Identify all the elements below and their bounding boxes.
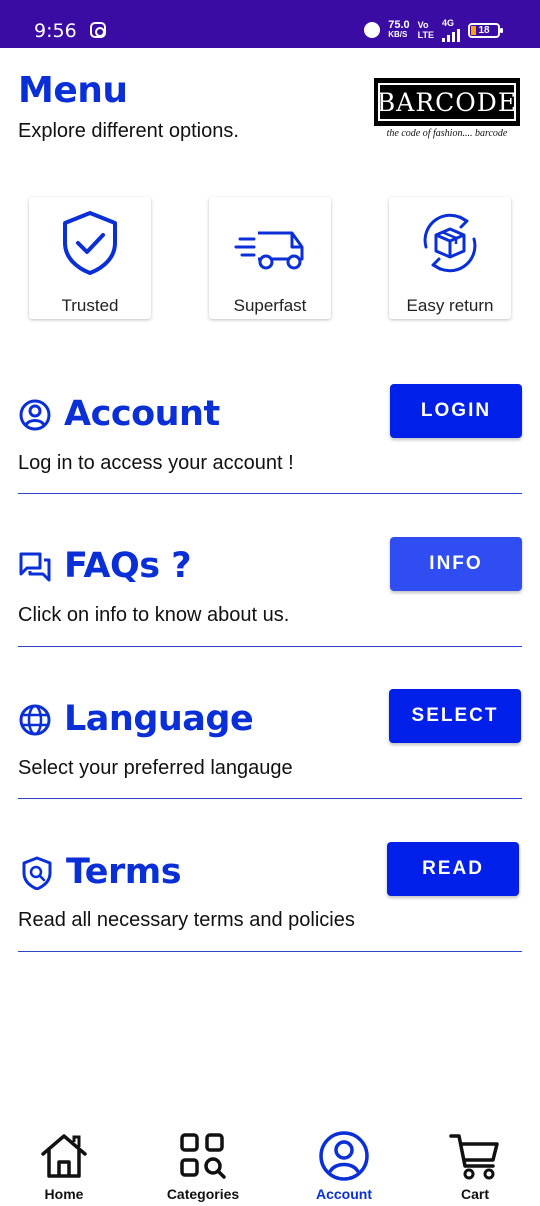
- section-desc-account: Log in to access your account !: [18, 452, 294, 474]
- divider: [18, 646, 522, 647]
- feature-label: Easy return: [406, 296, 494, 315]
- logo-text: BARCODE: [377, 83, 516, 121]
- fast-delivery-truck-icon: [234, 231, 304, 270]
- nav-label: Home: [44, 1186, 84, 1202]
- nav-label: Cart: [460, 1186, 489, 1202]
- network-speed-value: 75.0: [388, 19, 410, 31]
- chat-bubbles-icon: [19, 552, 51, 582]
- section-title-account: Account: [64, 394, 220, 434]
- section-title-terms: Terms: [66, 852, 182, 892]
- section-desc-terms: Read all necessary terms and policies: [18, 909, 355, 931]
- shield-check-icon: [63, 211, 117, 275]
- account-circle-icon: [19, 399, 51, 431]
- logo-tagline: the code of fashion.... barcode: [386, 128, 508, 139]
- feature-card-superfast: Superfast: [209, 197, 331, 319]
- nav-item-categories[interactable]: Categories: [143, 1130, 263, 1202]
- nav-item-account[interactable]: Account: [284, 1130, 404, 1202]
- brand-logo: BARCODE the code of fashion.... barcode: [374, 78, 520, 139]
- network-type: 4G: [442, 18, 460, 42]
- shield-search-icon: [22, 856, 52, 890]
- network-speed-unit: KB/S: [388, 30, 408, 39]
- nav-label: Account: [316, 1186, 372, 1202]
- select-button[interactable]: SELECT: [389, 689, 521, 743]
- status-bar: 9:56 75.0 KB/S Vo LTE 4G 18: [0, 0, 540, 48]
- logo-box: BARCODE: [374, 78, 520, 126]
- volte-bottom: LTE: [417, 30, 434, 40]
- divider: [18, 493, 522, 494]
- read-button[interactable]: READ: [387, 842, 519, 896]
- volte-top: Vo: [417, 20, 429, 30]
- battery-icon: 18: [468, 22, 503, 38]
- categories-grid-icon: [180, 1133, 226, 1179]
- section-desc-faqs: Click on info to know about us.: [18, 604, 290, 626]
- bottom-nav: Home Categories Account Cart: [0, 1120, 540, 1206]
- battery-level: 18: [478, 24, 490, 36]
- section-title-faqs: FAQs ?: [64, 546, 192, 586]
- instagram-icon: [90, 22, 106, 38]
- page-subtitle: Explore different options.: [18, 120, 239, 142]
- return-box-icon: [423, 213, 477, 273]
- status-time: 9:56: [34, 20, 77, 42]
- divider: [18, 798, 522, 799]
- account-icon: [319, 1131, 369, 1181]
- feature-card-trusted: Trusted: [29, 197, 151, 319]
- login-button[interactable]: LOGIN: [390, 384, 522, 438]
- nav-label: Categories: [166, 1186, 240, 1202]
- divider: [18, 951, 522, 952]
- home-icon: [41, 1134, 87, 1178]
- status-indicators: 75.0 KB/S Vo LTE 4G 18: [364, 18, 503, 42]
- signal-icon: [442, 28, 460, 42]
- nav-item-home[interactable]: Home: [4, 1130, 124, 1202]
- feature-card-easy-return: Easy return: [389, 197, 511, 319]
- section-desc-language: Select your preferred langauge: [18, 757, 293, 779]
- globe-icon: [19, 704, 51, 736]
- network-type-label: 4G: [442, 18, 455, 28]
- network-speed: 75.0 KB/S: [388, 20, 409, 40]
- section-title-language: Language: [64, 699, 254, 739]
- cart-icon: [449, 1134, 499, 1180]
- volte-indicator: Vo LTE: [418, 20, 434, 40]
- info-button[interactable]: INFO: [390, 537, 522, 591]
- feature-label: Superfast: [233, 296, 307, 315]
- nav-item-cart[interactable]: Cart: [415, 1130, 535, 1202]
- alarm-icon: [364, 22, 381, 38]
- page-title: Menu: [18, 70, 128, 111]
- feature-label: Trusted: [61, 296, 119, 315]
